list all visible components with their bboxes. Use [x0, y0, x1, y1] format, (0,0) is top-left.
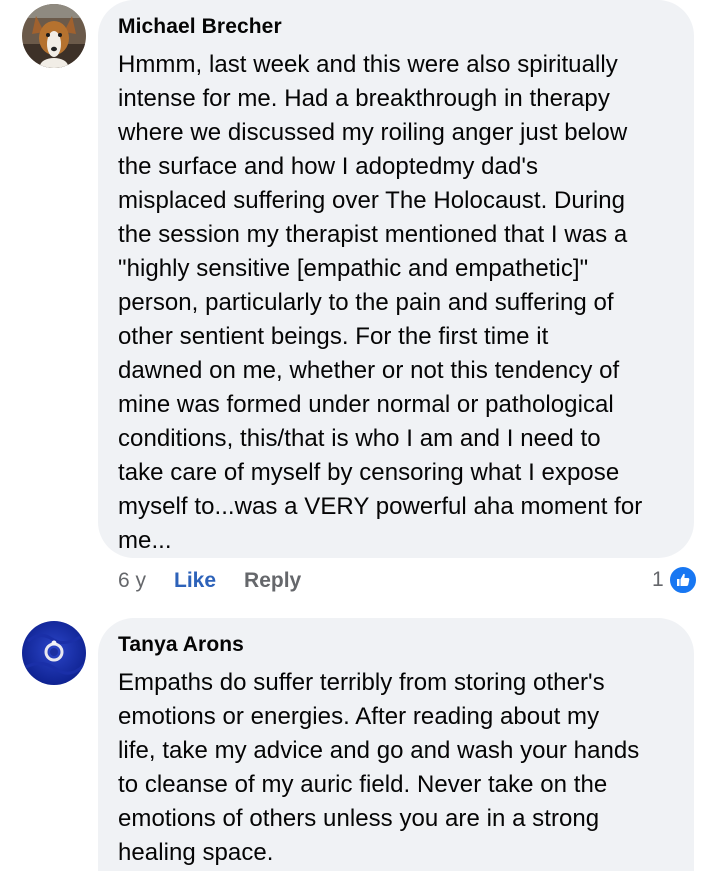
comment-actions: 6 y Like Reply — [118, 568, 301, 594]
comment-bubble: Michael Brecher Hmmm, last week and this… — [98, 0, 694, 558]
comment-timestamp[interactable]: 6 y — [118, 568, 146, 594]
comment-bubble: Tanya Arons Empaths do suffer terribly f… — [98, 618, 694, 871]
avatar-michael-brecher[interactable] — [22, 4, 86, 68]
like-button[interactable]: Like — [174, 568, 216, 594]
comment-text: Hmmm, last week and this were also spiri… — [118, 51, 643, 554]
comment-text: Empaths do suffer terribly from storing … — [118, 669, 640, 866]
thumbs-up-icon — [667, 565, 698, 595]
comment-author[interactable]: Michael Brecher — [118, 14, 674, 40]
reply-button[interactable]: Reply — [244, 568, 301, 594]
dog-avatar-icon — [22, 4, 86, 68]
comment-author[interactable]: Tanya Arons — [118, 632, 674, 658]
ring-avatar-icon — [22, 621, 86, 685]
reaction-summary[interactable]: 1 — [652, 565, 698, 595]
reaction-count: 1 — [652, 568, 664, 591]
avatar-tanya-arons[interactable] — [22, 621, 86, 685]
